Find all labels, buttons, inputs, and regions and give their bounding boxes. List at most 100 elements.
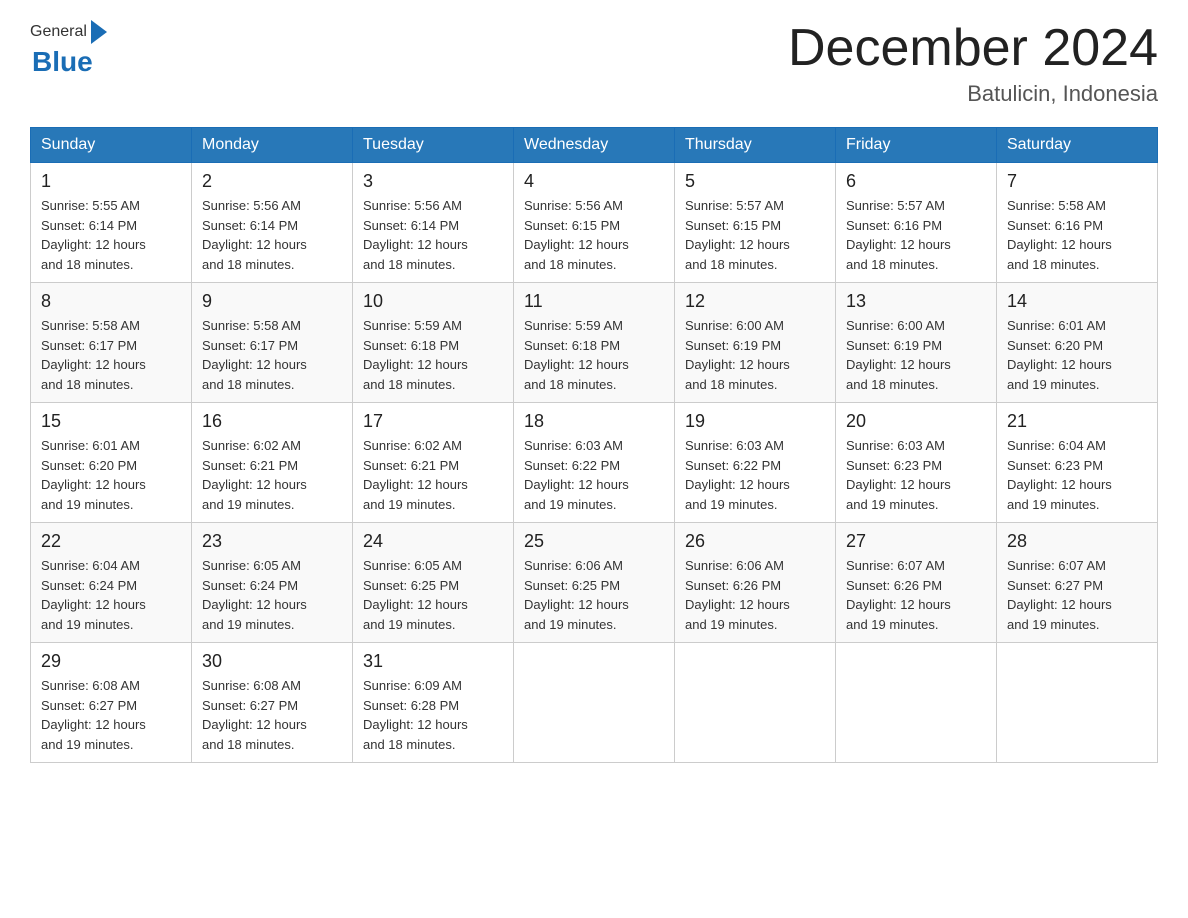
day-info: Sunrise: 5:58 AMSunset: 6:17 PMDaylight:… — [202, 316, 342, 394]
day-number: 27 — [846, 531, 986, 552]
calendar-table: SundayMondayTuesdayWednesdayThursdayFrid… — [30, 127, 1158, 763]
day-number: 13 — [846, 291, 986, 312]
day-number: 31 — [363, 651, 503, 672]
day-info: Sunrise: 6:08 AMSunset: 6:27 PMDaylight:… — [202, 676, 342, 754]
calendar-day-cell: 22Sunrise: 6:04 AMSunset: 6:24 PMDayligh… — [31, 523, 192, 643]
calendar-header-row: SundayMondayTuesdayWednesdayThursdayFrid… — [31, 128, 1158, 163]
day-info: Sunrise: 6:00 AMSunset: 6:19 PMDaylight:… — [685, 316, 825, 394]
calendar-day-cell: 31 Sunrise: 6:09 AMSunset: 6:28 PMDayligh… — [353, 643, 514, 763]
day-info: Sunrise: 6:06 AMSunset: 6:25 PMDaylight:… — [524, 556, 664, 634]
logo: General Blue — [30, 20, 107, 78]
calendar-day-cell: 14 Sunrise: 6:01 AMSunset: 6:20 PMDayligh… — [997, 283, 1158, 403]
day-number: 14 — [1007, 291, 1147, 312]
day-info: Sunrise: 6:01 AMSunset: 6:20 PMDaylight:… — [1007, 316, 1147, 394]
day-number: 15 — [41, 411, 181, 432]
calendar-day-cell: 18Sunrise: 6:03 AMSunset: 6:22 PMDayligh… — [514, 403, 675, 523]
day-number: 9 — [202, 291, 342, 312]
calendar-day-cell: 6Sunrise: 5:57 AMSunset: 6:16 PMDaylight… — [836, 163, 997, 283]
calendar-day-cell — [514, 643, 675, 763]
calendar-week-row: 15 Sunrise: 6:01 AMSunset: 6:20 PMDayligh… — [31, 403, 1158, 523]
calendar-day-cell — [836, 643, 997, 763]
calendar-day-cell: 25 Sunrise: 6:06 AMSunset: 6:25 PMDayligh… — [514, 523, 675, 643]
day-info: Sunrise: 6:02 AMSunset: 6:21 PMDaylight:… — [363, 436, 503, 514]
calendar-day-cell — [675, 643, 836, 763]
day-number: 2 — [202, 171, 342, 192]
calendar-day-cell: 12 Sunrise: 6:00 AMSunset: 6:19 PMDayligh… — [675, 283, 836, 403]
day-number: 21 — [1007, 411, 1147, 432]
day-number: 10 — [363, 291, 503, 312]
calendar-day-cell: 10 Sunrise: 5:59 AMSunset: 6:18 PMDayligh… — [353, 283, 514, 403]
day-number: 7 — [1007, 171, 1147, 192]
calendar-day-cell: 21 Sunrise: 6:04 AMSunset: 6:23 PMDayligh… — [997, 403, 1158, 523]
day-info: Sunrise: 6:02 AMSunset: 6:21 PMDaylight:… — [202, 436, 342, 514]
day-number: 24 — [363, 531, 503, 552]
calendar-day-cell: 23Sunrise: 6:05 AMSunset: 6:24 PMDayligh… — [192, 523, 353, 643]
day-number: 17 — [363, 411, 503, 432]
day-number: 3 — [363, 171, 503, 192]
day-info: Sunrise: 6:06 AMSunset: 6:26 PMDaylight:… — [685, 556, 825, 634]
day-info: Sunrise: 6:07 AMSunset: 6:26 PMDaylight:… — [846, 556, 986, 634]
logo-general-text: General — [30, 23, 87, 41]
day-number: 16 — [202, 411, 342, 432]
calendar-day-header: Monday — [192, 128, 353, 163]
day-number: 22 — [41, 531, 181, 552]
day-number: 12 — [685, 291, 825, 312]
day-number: 11 — [524, 291, 664, 312]
day-number: 19 — [685, 411, 825, 432]
day-number: 20 — [846, 411, 986, 432]
day-number: 25 — [524, 531, 664, 552]
day-number: 8 — [41, 291, 181, 312]
page-header: General Blue December 2024 Batulicin, In… — [30, 20, 1158, 107]
calendar-day-cell: 9 Sunrise: 5:58 AMSunset: 6:17 PMDaylight… — [192, 283, 353, 403]
calendar-day-header: Sunday — [31, 128, 192, 163]
calendar-day-header: Tuesday — [353, 128, 514, 163]
day-number: 6 — [846, 171, 986, 192]
day-number: 26 — [685, 531, 825, 552]
day-info: Sunrise: 6:00 AMSunset: 6:19 PMDaylight:… — [846, 316, 986, 394]
calendar-day-cell: 15 Sunrise: 6:01 AMSunset: 6:20 PMDayligh… — [31, 403, 192, 523]
calendar-day-header: Saturday — [997, 128, 1158, 163]
calendar-day-cell: 13 Sunrise: 6:00 AMSunset: 6:19 PMDayligh… — [836, 283, 997, 403]
logo-blue-text: Blue — [32, 46, 93, 78]
day-info: Sunrise: 6:03 AMSunset: 6:23 PMDaylight:… — [846, 436, 986, 514]
calendar-day-cell: 2 Sunrise: 5:56 AMSunset: 6:14 PMDaylight… — [192, 163, 353, 283]
calendar-day-cell: 7 Sunrise: 5:58 AMSunset: 6:16 PMDaylight… — [997, 163, 1158, 283]
day-info: Sunrise: 5:56 AMSunset: 6:15 PMDaylight:… — [524, 196, 664, 274]
day-number: 30 — [202, 651, 342, 672]
calendar-day-cell: 30 Sunrise: 6:08 AMSunset: 6:27 PMDayligh… — [192, 643, 353, 763]
calendar-week-row: 8 Sunrise: 5:58 AMSunset: 6:17 PMDaylight… — [31, 283, 1158, 403]
location-subtitle: Batulicin, Indonesia — [788, 81, 1158, 107]
calendar-day-cell — [997, 643, 1158, 763]
day-info: Sunrise: 5:59 AMSunset: 6:18 PMDaylight:… — [524, 316, 664, 394]
calendar-day-cell: 4 Sunrise: 5:56 AMSunset: 6:15 PMDaylight… — [514, 163, 675, 283]
calendar-day-header: Friday — [836, 128, 997, 163]
day-info: Sunrise: 6:08 AMSunset: 6:27 PMDaylight:… — [41, 676, 181, 754]
day-info: Sunrise: 6:01 AMSunset: 6:20 PMDaylight:… — [41, 436, 181, 514]
calendar-day-cell: 11 Sunrise: 5:59 AMSunset: 6:18 PMDayligh… — [514, 283, 675, 403]
calendar-day-cell: 19Sunrise: 6:03 AMSunset: 6:22 PMDayligh… — [675, 403, 836, 523]
calendar-day-cell: 28Sunrise: 6:07 AMSunset: 6:27 PMDayligh… — [997, 523, 1158, 643]
calendar-day-cell: 5Sunrise: 5:57 AMSunset: 6:15 PMDaylight… — [675, 163, 836, 283]
calendar-day-cell: 17 Sunrise: 6:02 AMSunset: 6:21 PMDayligh… — [353, 403, 514, 523]
calendar-day-cell: 20 Sunrise: 6:03 AMSunset: 6:23 PMDayligh… — [836, 403, 997, 523]
day-info: Sunrise: 6:03 AMSunset: 6:22 PMDaylight:… — [524, 436, 664, 514]
calendar-day-header: Thursday — [675, 128, 836, 163]
title-section: December 2024 Batulicin, Indonesia — [788, 20, 1158, 107]
calendar-week-row: 1 Sunrise: 5:55 AMSunset: 6:14 PMDaylight… — [31, 163, 1158, 283]
calendar-day-cell: 16 Sunrise: 6:02 AMSunset: 6:21 PMDayligh… — [192, 403, 353, 523]
day-info: Sunrise: 5:55 AMSunset: 6:14 PMDaylight:… — [41, 196, 181, 274]
calendar-day-cell: 3 Sunrise: 5:56 AMSunset: 6:14 PMDaylight… — [353, 163, 514, 283]
day-info: Sunrise: 6:05 AMSunset: 6:25 PMDaylight:… — [363, 556, 503, 634]
day-info: Sunrise: 6:09 AMSunset: 6:28 PMDaylight:… — [363, 676, 503, 754]
day-info: Sunrise: 5:56 AMSunset: 6:14 PMDaylight:… — [363, 196, 503, 274]
day-info: Sunrise: 5:56 AMSunset: 6:14 PMDaylight:… — [202, 196, 342, 274]
day-info: Sunrise: 6:04 AMSunset: 6:23 PMDaylight:… — [1007, 436, 1147, 514]
day-info: Sunrise: 5:58 AMSunset: 6:16 PMDaylight:… — [1007, 196, 1147, 274]
day-number: 4 — [524, 171, 664, 192]
calendar-week-row: 22Sunrise: 6:04 AMSunset: 6:24 PMDayligh… — [31, 523, 1158, 643]
month-title: December 2024 — [788, 20, 1158, 77]
day-number: 1 — [41, 171, 181, 192]
day-number: 28 — [1007, 531, 1147, 552]
calendar-day-cell: 24 Sunrise: 6:05 AMSunset: 6:25 PMDayligh… — [353, 523, 514, 643]
day-info: Sunrise: 5:59 AMSunset: 6:18 PMDaylight:… — [363, 316, 503, 394]
